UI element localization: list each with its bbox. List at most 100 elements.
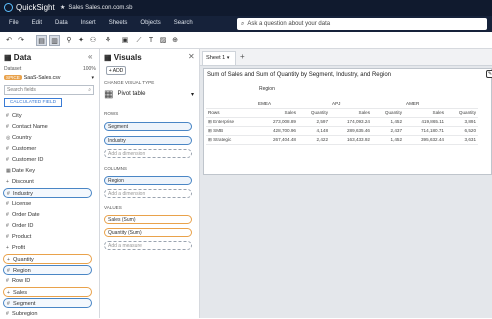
bulb-icon[interactable]: ⚘ (103, 35, 113, 46)
document-title[interactable]: ★ Sales Sales.con.com.sb (60, 4, 132, 12)
region-header: AMER (404, 99, 478, 109)
undo-button[interactable]: ↶ (4, 35, 14, 46)
table-cell: 267,404.48 (256, 135, 298, 145)
collapse-data-pane-icon[interactable]: « (88, 52, 92, 61)
data-icon: ▦ (4, 53, 12, 62)
parameters-icon[interactable]: ⚇ (88, 35, 98, 46)
menu-file[interactable]: File (9, 20, 19, 26)
tab-sheet-1[interactable]: Sheet 1 ▾ (202, 51, 236, 65)
rows-well-industry[interactable]: Industry (104, 136, 192, 145)
values-well-sales[interactable]: Sales (Sum) (104, 215, 192, 224)
table-cell: 2,437 (372, 126, 404, 136)
expand-icon[interactable]: ⊞ (208, 119, 212, 124)
dataset-selector[interactable]: SPICE SaaS-Sales.csv ▾ (4, 73, 94, 82)
zoom-icon[interactable]: ⊕ (170, 35, 180, 46)
field-sales[interactable]: + Sales (3, 287, 92, 297)
insights-icon[interactable]: ✦ (76, 35, 86, 46)
app-header: QuickSight ★ Sales Sales.con.com.sb (0, 0, 492, 16)
add-dimension-columns[interactable]: Add a dimension (104, 189, 192, 198)
ask-question-bar[interactable]: ⌕ Ask a question about your data (237, 18, 487, 30)
field-customer[interactable]: # Customer (6, 144, 36, 154)
dataset-label: Dataset (4, 66, 22, 72)
expand-icon[interactable]: ⊞ (208, 137, 212, 142)
field-date-key[interactable]: ▦Date Key (6, 166, 35, 176)
pivot-table: EMEA APJ AMER Rows Sales Quantity Sales … (206, 99, 478, 145)
field-license[interactable]: # License (6, 199, 31, 209)
toolbar: ↶ ↷ ▤ ▥ ⚲ ✦ ⚇ ⚘ ▣ ⟋ T ▨ ⊕ (0, 32, 492, 49)
visuals-pane: ▦ Visuals ✕ + ADD CHANGE VISUAL TYPE ▦ P… (100, 49, 200, 318)
menu-sheets[interactable]: Sheets (109, 20, 128, 26)
columns-well-region[interactable]: Region (104, 176, 192, 185)
calculated-field-button[interactable]: CALCULATED FIELD (4, 98, 62, 107)
menu-data[interactable]: Data (55, 20, 68, 26)
spice-badge: SPICE (4, 75, 22, 80)
field-contact-name[interactable]: # Contact Name (6, 122, 48, 132)
visual-type-selector[interactable]: ▦ Pivot table ▾ (104, 87, 194, 101)
field-search-input[interactable]: Search fields ⌕ (4, 85, 94, 95)
add-dimension-rows[interactable]: Add a dimension (104, 149, 192, 158)
table-row: Rows Sales Quantity Sales Quantity Sales… (206, 108, 478, 118)
visual-title: Sum of Sales and Sum of Quantity by Segm… (207, 72, 391, 78)
expand-icon[interactable]: ⊞ (208, 128, 212, 133)
visuals-pane-toggle-icon[interactable]: ▥ (49, 35, 60, 46)
chart-line-icon[interactable]: ⟋ (134, 35, 144, 46)
data-pane-title: ▦ Data (4, 53, 32, 62)
close-icon[interactable]: ✕ (188, 52, 195, 61)
measure-header: Quantity (372, 108, 404, 118)
field-region[interactable]: # Region (3, 265, 92, 275)
dataset-name: SaaS-Sales.csv (23, 74, 61, 81)
text-icon[interactable]: T (146, 35, 156, 46)
field-quantity[interactable]: + Quantity (3, 254, 92, 264)
table-cell: 714,180.71 (404, 126, 446, 136)
ask-placeholder: Ask a question about your data (247, 21, 331, 27)
field-segment[interactable]: # Segment (3, 298, 92, 308)
table-row[interactable]: ⊞ SMB 428,700.96 4,148 289,635.46 2,437 … (206, 126, 478, 136)
chevron-down-icon: ▾ (190, 91, 194, 98)
sheet-canvas: Sheet 1 ▾ + Sum of Sales and Sum of Quan… (200, 49, 492, 318)
values-well-quantity[interactable]: Quantity (Sum) (104, 228, 192, 237)
redo-button[interactable]: ↷ (16, 35, 26, 46)
measure-header: Sales (404, 108, 446, 118)
visual-type-name: Pivot table (117, 91, 146, 97)
measure-header: Sales (330, 108, 372, 118)
field-order-date[interactable]: # Order Date (6, 210, 40, 220)
table-cell: 419,865.11 (404, 117, 446, 127)
add-sheet-button[interactable]: + (240, 52, 245, 61)
table-cell: 273,008.89 (256, 117, 298, 127)
pivot-table-visual[interactable]: Sum of Sales and Sum of Quantity by Segm… (203, 68, 492, 175)
field-customer-id[interactable]: # Customer ID (6, 155, 43, 165)
field-country[interactable]: ◎ Country (6, 133, 32, 143)
add-measure-values[interactable]: Add a measure (104, 241, 192, 250)
table-row[interactable]: ⊞ Strategic 267,404.48 2,422 163,433.92 … (206, 135, 478, 145)
table-cell: 174,093.24 (330, 117, 372, 127)
quicksight-logo-icon (4, 3, 13, 12)
search-icon: ⌕ (241, 20, 245, 27)
field-profit[interactable]: + Profit (6, 243, 25, 253)
field-row-id[interactable]: # Row ID (6, 276, 30, 286)
add-visual-button[interactable]: + ADD (106, 66, 126, 75)
table-cell: 289,635.46 (330, 126, 372, 136)
image-icon[interactable]: ▨ (158, 35, 168, 46)
menu-search[interactable]: Search (174, 20, 193, 26)
menu-insert[interactable]: Insert (81, 20, 96, 26)
values-well-label: VALUES (104, 205, 122, 210)
menu-objects[interactable]: Objects (140, 20, 160, 26)
table-cell: 395,632.44 (404, 135, 446, 145)
field-industry[interactable]: # Industry (3, 188, 92, 198)
rows-well-segment[interactable]: Segment (104, 122, 192, 131)
field-order-id[interactable]: # Order ID (6, 221, 33, 231)
filter-icon[interactable]: ⚲ (64, 35, 74, 46)
table-row[interactable]: ⊞ Enterprise 273,008.89 2,597 174,093.24… (206, 117, 478, 127)
measure-header: Quantity (446, 108, 478, 118)
field-discount[interactable]: + Discount (6, 177, 34, 187)
app-logo[interactable]: QuickSight (4, 3, 55, 12)
visual-menu-icon[interactable]: ✎ (486, 70, 492, 78)
field-city[interactable]: # City (6, 111, 22, 121)
measure-header: Quantity (298, 108, 330, 118)
field-product[interactable]: # Product (6, 232, 31, 242)
data-pane-toggle-icon[interactable]: ▤ (36, 35, 47, 46)
pivot-column-header: Region (259, 86, 275, 92)
visual-add-icon[interactable]: ▣ (118, 35, 132, 46)
dataset-pct: 100% (83, 66, 96, 72)
menu-edit[interactable]: Edit (32, 20, 42, 26)
